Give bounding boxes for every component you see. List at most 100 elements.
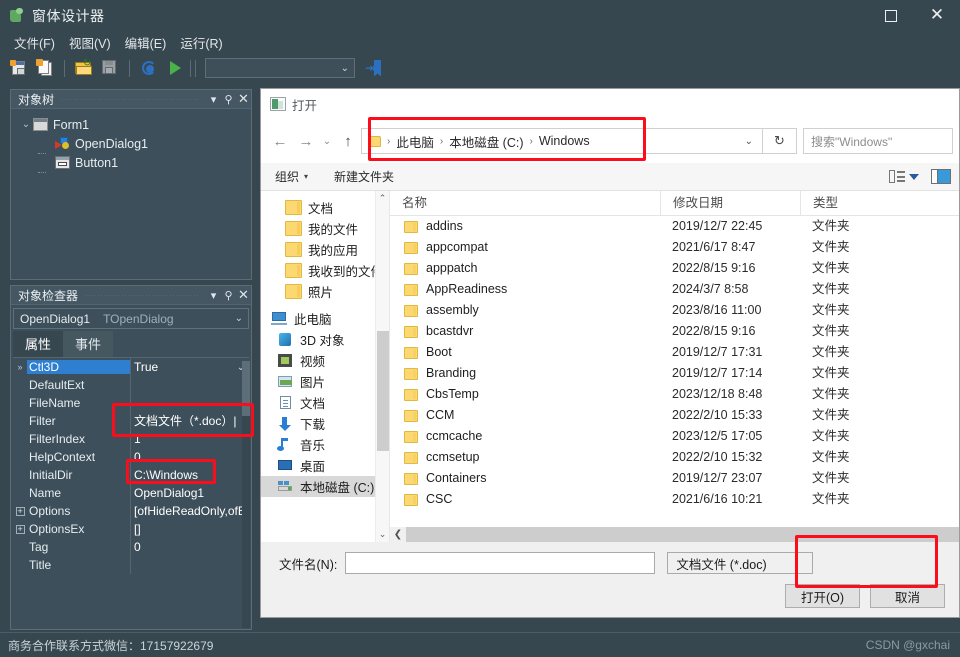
column-header-type[interactable]: 类型 [800,191,910,216]
new-form-button[interactable] [7,56,31,80]
property-row-filterindex[interactable]: FilterIndex 1 [13,430,249,448]
menu-view[interactable]: 视图(V) [63,31,119,54]
column-header-date[interactable]: 修改日期 [660,191,800,216]
cancel-button[interactable]: 取消 [870,584,945,608]
menu-run[interactable]: 运行(R) [174,31,230,54]
expand-gutter[interactable]: + [13,524,27,534]
close-icon[interactable]: ✕ [236,287,251,303]
property-row-tag[interactable]: Tag 0 [13,538,249,556]
forward-button[interactable]: → [293,128,319,154]
up-button[interactable]: ↑ [335,128,361,154]
nav-item-downloads[interactable]: 下载 [261,413,389,434]
back-button[interactable]: ← [267,128,293,154]
property-value[interactable] [130,376,249,394]
debug-button[interactable] [137,56,161,80]
property-value[interactable]: True [130,358,249,376]
scrollbar-thumb[interactable] [242,361,250,416]
expand-gutter[interactable]: + [13,506,27,516]
property-row-helpcontext[interactable]: HelpContext 0 [13,448,249,466]
filter-combo[interactable]: 文档文件 (*.doc) [667,552,814,574]
chevron-down-icon[interactable]: ⌄ [736,136,762,147]
file-row[interactable]: bcastdvr 2022/8/15 9:16 文件夹 [390,321,959,342]
save-file-button[interactable] [98,56,122,80]
property-value[interactable] [130,394,249,412]
new-folder-button[interactable]: 新建文件夹 [334,168,394,185]
tab-events[interactable]: 事件 [63,331,114,357]
nav-item-music[interactable]: 音乐 [261,434,389,455]
open-file-button[interactable]: ↻ [72,56,96,80]
tab-properties[interactable]: 属性 [13,331,64,357]
filename-input[interactable] [345,552,656,574]
organize-button[interactable]: 组织 ▾ [275,168,308,185]
property-value[interactable]: [ofHideReadOnly,ofEnal [130,502,249,520]
search-input[interactable]: 搜索"Windows" [803,128,953,154]
file-list-horizontal-scrollbar[interactable]: ❮ [390,527,959,542]
nav-item-videos[interactable]: 视频 [261,350,389,371]
file-row[interactable]: ccmsetup 2022/2/10 15:32 文件夹 [390,447,959,468]
maximize-button[interactable] [868,0,914,31]
inspector-scrollbar[interactable] [242,361,250,628]
pin-icon[interactable]: ⚲ [221,93,236,106]
close-button[interactable]: ✕ [914,0,960,31]
tree-node-button1[interactable]: Button1 [11,153,251,173]
preview-pane-icon[interactable] [931,169,951,184]
nav-item-documents-pc[interactable]: 文档 [261,392,389,413]
file-row[interactable]: Boot 2019/12/7 17:31 文件夹 [390,342,959,363]
nav-item-pictures[interactable]: 图片 [261,371,389,392]
toolbar-combo[interactable]: ⌄ [205,58,355,78]
file-row[interactable]: addins 2019/12/7 22:45 文件夹 [390,216,959,237]
breadcrumb[interactable]: › 此电脑 › 本地磁盘 (C:) › Windows ⌄ [361,128,763,154]
property-row-name[interactable]: Name OpenDialog1 [13,484,249,502]
property-value[interactable]: 文档文件（*.doc）| [130,412,249,430]
nav-item-my-apps[interactable]: 我的应用 [261,239,389,260]
close-icon[interactable]: ✕ [236,91,251,107]
nav-item-3d-objects[interactable]: 3D 对象 [261,329,389,350]
property-row-filter[interactable]: Filter 文档文件（*.doc）| [13,412,249,430]
nav-item-documents[interactable]: 文档 [261,197,389,218]
property-row-ctl3d[interactable]: » Ctl3D True ⌄ [13,358,249,376]
nav-tree-scrollbar[interactable]: ⌃ ⌄ [375,191,389,542]
file-row[interactable]: ccmcache 2023/12/5 17:05 文件夹 [390,426,959,447]
refresh-button[interactable]: ↻ [763,128,797,154]
property-row-filename[interactable]: FileName [13,394,249,412]
property-value[interactable]: [] [130,520,249,538]
nav-item-local-disk-c[interactable]: 本地磁盘 (C:) [261,476,389,497]
property-row-defaultext[interactable]: DefaultExt [13,376,249,394]
copy-file-button[interactable] [33,56,57,80]
column-header-name[interactable]: 名称 [390,191,660,216]
breadcrumb-item-this-pc[interactable]: 此电脑 [396,132,434,151]
expand-plus-icon[interactable]: + [15,507,25,516]
scroll-left-icon[interactable]: ❮ [390,527,406,542]
property-value[interactable] [130,556,249,574]
file-row[interactable]: Containers 2019/12/7 23:07 文件夹 [390,468,959,489]
nav-item-photos[interactable]: 照片 [261,281,389,302]
view-mode-icon[interactable] [889,170,905,183]
nav-item-my-files[interactable]: 我的文件 [261,218,389,239]
chevron-down-icon[interactable]: ⌄ [19,119,33,130]
tree-node-opendialog1[interactable]: OpenDialog1 [11,134,251,154]
property-row-title[interactable]: Title [13,556,249,574]
file-row[interactable]: AppReadiness 2024/3/7 8:58 文件夹 [390,279,959,300]
panel-menu-icon[interactable]: ▾ [206,93,221,106]
menu-file[interactable]: 文件(F) [8,31,63,54]
nav-item-received-files[interactable]: 我收到的文件 [261,260,389,281]
panel-menu-icon[interactable]: ▾ [206,289,221,302]
file-row[interactable]: apppatch 2022/8/15 9:16 文件夹 [390,258,959,279]
breadcrumb-item-windows[interactable]: Windows [539,134,590,148]
run-button[interactable] [163,56,187,80]
property-row-options[interactable]: + Options [ofHideReadOnly,ofEnal [13,502,249,520]
file-row[interactable]: assembly 2023/8/16 11:00 文件夹 [390,300,959,321]
scroll-up-icon[interactable]: ⌃ [376,191,389,206]
nav-item-desktop[interactable]: 桌面 [261,455,389,476]
property-value[interactable]: 0 [130,448,249,466]
file-row[interactable]: CCM 2022/2/10 15:33 文件夹 [390,405,959,426]
property-value[interactable]: 1 [130,430,249,448]
property-value[interactable]: C:\Windows [130,466,249,484]
file-row[interactable]: CSC 2021/6/16 10:21 文件夹 [390,489,959,510]
nav-item-this-pc[interactable]: 此电脑 [261,308,389,329]
menu-edit[interactable]: 编辑(E) [119,31,175,54]
open-button[interactable]: 打开(O) [785,584,860,608]
history-dropdown-icon[interactable]: ⌄ [319,128,335,154]
file-row[interactable]: Branding 2019/12/7 17:14 文件夹 [390,363,959,384]
goto-implementation-icon[interactable]: ⇥ [365,59,382,77]
